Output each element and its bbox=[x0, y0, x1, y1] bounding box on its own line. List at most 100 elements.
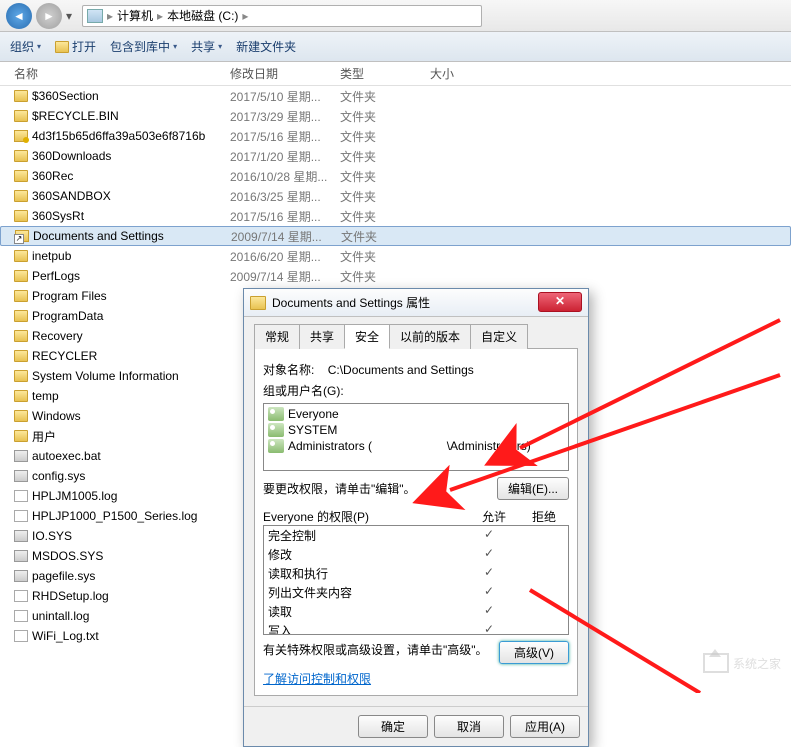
folder-icon bbox=[14, 150, 28, 162]
file-name: 用户 bbox=[32, 428, 56, 445]
group-administrators[interactable]: Administrators ( \Administrators) bbox=[266, 438, 566, 454]
breadcrumb-sep: ▸ bbox=[242, 9, 248, 23]
tab-previous-versions[interactable]: 以前的版本 bbox=[389, 324, 471, 349]
toolbar-include-library[interactable]: 包含到库中▾ bbox=[110, 38, 177, 55]
file-sys-icon bbox=[14, 530, 28, 542]
advanced-button[interactable]: 高级(V) bbox=[499, 641, 569, 664]
tab-custom[interactable]: 自定义 bbox=[470, 324, 528, 349]
file-row[interactable]: $360Section2017/5/10 星期...文件夹 bbox=[0, 86, 791, 106]
file-name: WiFi_Log.txt bbox=[32, 629, 99, 643]
object-name-label: 对象名称: bbox=[263, 363, 314, 377]
drive-icon bbox=[87, 9, 103, 23]
file-txt-icon bbox=[14, 610, 28, 622]
file-name: 360Rec bbox=[32, 169, 73, 183]
file-row[interactable]: 4d3f15b65d6ffa39a503e6f8716b2017/5/16 星期… bbox=[0, 126, 791, 146]
toolbar-open[interactable]: 打开 bbox=[55, 38, 96, 55]
file-name: PerfLogs bbox=[32, 269, 80, 283]
deny-check-icon bbox=[514, 565, 564, 582]
breadcrumb-drive[interactable]: 本地磁盘 (C:) bbox=[167, 7, 238, 24]
folder-icon bbox=[14, 290, 28, 302]
col-name[interactable]: 名称 bbox=[0, 65, 230, 82]
folder-lock-icon bbox=[14, 130, 28, 142]
folder-icon bbox=[14, 210, 28, 222]
edit-hint: 要更改权限，请单击"编辑"。 bbox=[263, 480, 416, 497]
file-row[interactable]: Documents and Settings2009/7/14 星期...文件夹 bbox=[0, 226, 791, 246]
groups-listbox[interactable]: Everyone SYSTEM Administrators ( \Admini… bbox=[263, 403, 569, 471]
permissions-listbox[interactable]: 完全控制✓修改✓读取和执行✓列出文件夹内容✓读取✓写入✓ bbox=[263, 525, 569, 635]
file-name: RECYCLER bbox=[32, 349, 97, 363]
file-row[interactable]: inetpub2016/6/20 星期...文件夹 bbox=[0, 246, 791, 266]
permissions-title: Everyone 的权限(P) bbox=[263, 508, 469, 525]
permission-row: 列出文件夹内容✓ bbox=[264, 583, 568, 602]
file-name: config.sys bbox=[32, 469, 85, 483]
dialog-button-row: 确定 取消 应用(A) bbox=[244, 706, 588, 746]
nav-history-dropdown[interactable]: ▾ bbox=[66, 9, 78, 23]
cancel-button[interactable]: 取消 bbox=[434, 715, 504, 738]
file-date: 2017/5/16 星期... bbox=[230, 128, 340, 145]
file-txt-icon bbox=[14, 630, 28, 642]
deny-check-icon bbox=[514, 546, 564, 563]
file-txt-icon bbox=[14, 510, 28, 522]
dialog-titlebar[interactable]: Documents and Settings 属性 ✕ bbox=[244, 289, 588, 317]
file-row[interactable]: 360SANDBOX2016/3/25 星期...文件夹 bbox=[0, 186, 791, 206]
folder-icon bbox=[14, 190, 28, 202]
file-row[interactable]: $RECYCLE.BIN2017/3/29 星期...文件夹 bbox=[0, 106, 791, 126]
file-type: 文件夹 bbox=[340, 188, 430, 205]
tab-security[interactable]: 安全 bbox=[344, 324, 390, 349]
file-row[interactable]: PerfLogs2009/7/14 星期...文件夹 bbox=[0, 266, 791, 286]
folder-icon bbox=[250, 296, 266, 310]
file-name: $360Section bbox=[32, 89, 99, 103]
breadcrumb-sep: ▸ bbox=[107, 9, 113, 23]
folder-icon bbox=[14, 270, 28, 282]
learn-more-link[interactable]: 了解访问控制和权限 bbox=[263, 670, 371, 687]
col-type[interactable]: 类型 bbox=[340, 65, 430, 82]
toolbar-organize[interactable]: 组织▾ bbox=[10, 38, 41, 55]
address-bar[interactable]: ▸ 计算机 ▸ 本地磁盘 (C:) ▸ bbox=[82, 5, 482, 27]
permission-row: 完全控制✓ bbox=[264, 526, 568, 545]
apply-button[interactable]: 应用(A) bbox=[510, 715, 580, 738]
file-name: Recovery bbox=[32, 329, 83, 343]
tab-share[interactable]: 共享 bbox=[299, 324, 345, 349]
permission-name: 修改 bbox=[268, 546, 464, 563]
file-date: 2016/6/20 星期... bbox=[230, 248, 340, 265]
breadcrumb-computer[interactable]: 计算机 bbox=[117, 7, 153, 24]
nav-back-button[interactable]: ◄ bbox=[6, 3, 32, 29]
deny-check-icon bbox=[514, 622, 564, 635]
nav-forward-button[interactable]: ► bbox=[36, 3, 62, 29]
file-sys-icon bbox=[14, 470, 28, 482]
file-type: 文件夹 bbox=[340, 168, 430, 185]
file-name: Documents and Settings bbox=[33, 229, 164, 243]
allow-check-icon: ✓ bbox=[464, 584, 514, 601]
deny-check-icon bbox=[514, 584, 564, 601]
permission-row: 写入✓ bbox=[264, 621, 568, 635]
deny-check-icon bbox=[514, 603, 564, 620]
file-name: 360SANDBOX bbox=[32, 189, 111, 203]
file-row[interactable]: 360Rec2016/10/28 星期...文件夹 bbox=[0, 166, 791, 186]
col-size[interactable]: 大小 bbox=[430, 65, 510, 82]
group-system[interactable]: SYSTEM bbox=[266, 422, 566, 438]
group-everyone[interactable]: Everyone bbox=[266, 406, 566, 422]
col-date[interactable]: 修改日期 bbox=[230, 65, 340, 82]
column-headers: 名称 修改日期 类型 大小 bbox=[0, 62, 791, 86]
folder-icon bbox=[14, 370, 28, 382]
close-button[interactable]: ✕ bbox=[538, 292, 582, 312]
ok-button[interactable]: 确定 bbox=[358, 715, 428, 738]
folder-icon bbox=[14, 170, 28, 182]
toolbar-share[interactable]: 共享▾ bbox=[191, 38, 222, 55]
file-row[interactable]: 360Downloads2017/1/20 星期...文件夹 bbox=[0, 146, 791, 166]
permission-name: 写入 bbox=[268, 622, 464, 635]
security-panel: 对象名称: C:\Documents and Settings 组或用户名(G)… bbox=[254, 349, 578, 696]
group-icon bbox=[268, 407, 284, 421]
toolbar-new-folder[interactable]: 新建文件夹 bbox=[236, 38, 296, 55]
file-date: 2009/7/14 星期... bbox=[230, 268, 340, 285]
group-icon bbox=[268, 439, 284, 453]
dialog-title-text: Documents and Settings 属性 bbox=[272, 294, 430, 311]
tab-general[interactable]: 常规 bbox=[254, 324, 300, 349]
allow-check-icon: ✓ bbox=[464, 527, 514, 544]
file-type: 文件夹 bbox=[340, 148, 430, 165]
edit-button[interactable]: 编辑(E)... bbox=[497, 477, 569, 500]
file-name: Program Files bbox=[32, 289, 107, 303]
allow-check-icon: ✓ bbox=[464, 622, 514, 635]
file-row[interactable]: 360SysRt2017/5/16 星期...文件夹 bbox=[0, 206, 791, 226]
permission-name: 读取 bbox=[268, 603, 464, 620]
